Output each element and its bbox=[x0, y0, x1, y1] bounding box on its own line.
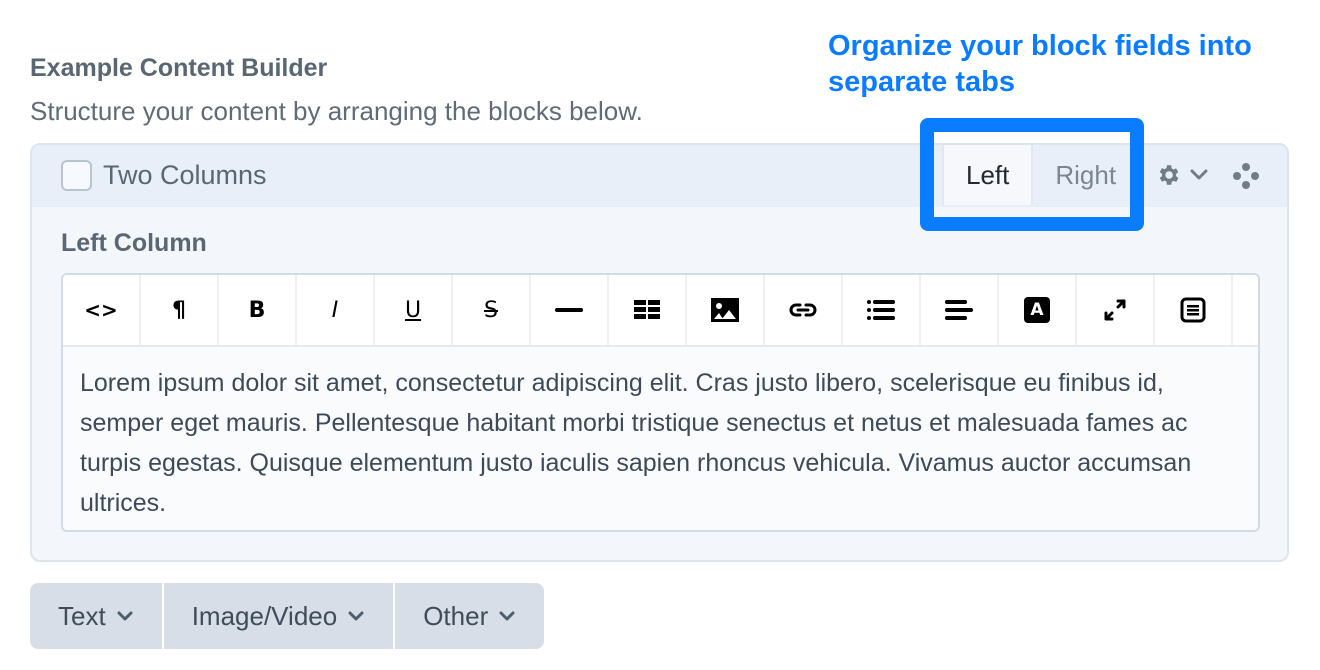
source-button[interactable] bbox=[1155, 275, 1233, 345]
link-button[interactable] bbox=[765, 275, 843, 345]
table-icon bbox=[634, 300, 660, 319]
rich-text-editor: <> ¶ B I U S A Lorem ipsum dolor sit ame… bbox=[61, 273, 1260, 532]
code-icon: <> bbox=[84, 298, 118, 322]
list-icon bbox=[867, 300, 895, 320]
paragraph-icon: ¶ bbox=[172, 297, 186, 323]
move-handle-icon[interactable] bbox=[1231, 161, 1261, 191]
font-color-icon: A bbox=[1024, 297, 1050, 323]
block-title: Two Columns bbox=[103, 160, 267, 190]
block-settings-button[interactable] bbox=[1155, 161, 1209, 189]
image-button[interactable] bbox=[687, 275, 765, 345]
editor-toolbar: <> ¶ B I U S A bbox=[63, 275, 1258, 347]
document-icon bbox=[1180, 297, 1206, 323]
column-label: Left Column bbox=[61, 229, 207, 257]
format-button[interactable]: ¶ bbox=[141, 275, 219, 345]
underline-icon: U bbox=[404, 297, 422, 323]
underline-button[interactable]: U bbox=[375, 275, 453, 345]
add-block-buttons: Text Image/Video Other bbox=[30, 583, 545, 649]
fullscreen-button[interactable] bbox=[1077, 275, 1155, 345]
field-instructions: Structure your content by arranging the … bbox=[30, 96, 643, 126]
chevron-down-icon bbox=[1190, 169, 1208, 180]
bold-button[interactable]: B bbox=[219, 275, 297, 345]
table-button[interactable] bbox=[609, 275, 687, 345]
horizontal-rule-button[interactable] bbox=[531, 275, 609, 345]
block-tabs: Left Right bbox=[942, 145, 1138, 205]
image-icon bbox=[711, 298, 739, 322]
align-icon bbox=[945, 300, 973, 320]
expand-icon bbox=[1104, 299, 1126, 321]
add-image-video-button[interactable]: Image/Video bbox=[163, 583, 394, 649]
content-block: Two Columns Left Right Left Column <> ¶ … bbox=[30, 143, 1289, 562]
editor-content[interactable]: Lorem ipsum dolor sit amet, consectetur … bbox=[63, 347, 1258, 530]
chevron-down-icon bbox=[348, 611, 364, 621]
link-icon bbox=[789, 303, 817, 317]
html-button[interactable]: <> bbox=[63, 275, 141, 345]
field-label: Example Content Builder bbox=[30, 54, 328, 82]
chevron-down-icon bbox=[117, 611, 133, 621]
add-text-label: Text bbox=[58, 600, 106, 631]
tab-left[interactable]: Left bbox=[942, 145, 1034, 205]
block-header: Two Columns Left Right bbox=[32, 145, 1287, 207]
block-select-checkbox[interactable] bbox=[61, 160, 92, 191]
strikethrough-icon: S bbox=[484, 297, 498, 323]
add-text-button[interactable]: Text bbox=[30, 583, 162, 649]
add-other-label: Other bbox=[423, 600, 489, 631]
horizontal-rule-icon bbox=[555, 308, 583, 312]
strikethrough-button[interactable]: S bbox=[453, 275, 531, 345]
add-other-button[interactable]: Other bbox=[395, 583, 545, 649]
italic-icon: I bbox=[331, 297, 339, 323]
add-image-video-label: Image/Video bbox=[191, 600, 338, 631]
alignment-button[interactable] bbox=[921, 275, 999, 345]
gear-icon bbox=[1159, 165, 1179, 185]
bold-icon: B bbox=[248, 297, 266, 323]
chevron-down-icon bbox=[499, 611, 515, 621]
tab-right[interactable]: Right bbox=[1033, 145, 1138, 205]
annotation-callout: Organize your block fields into separate… bbox=[828, 30, 1252, 98]
lists-button[interactable] bbox=[843, 275, 921, 345]
font-color-button[interactable]: A bbox=[999, 275, 1077, 345]
italic-button[interactable]: I bbox=[297, 275, 375, 345]
